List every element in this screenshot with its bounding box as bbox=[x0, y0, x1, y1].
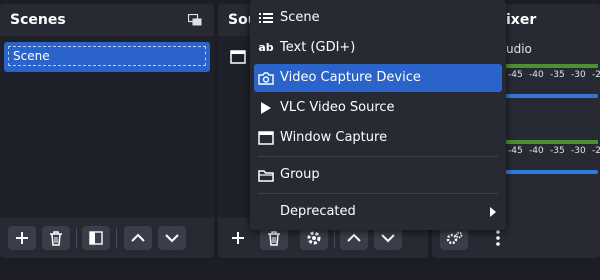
meter-scale: -45 -40 -35 -30 -2 bbox=[508, 146, 600, 156]
scene-list-item[interactable]: Scene bbox=[4, 42, 210, 72]
volume-slider[interactable] bbox=[502, 170, 598, 174]
menu-separator bbox=[258, 156, 498, 157]
menu-item-scene[interactable]: Scene bbox=[254, 4, 502, 32]
submenu-arrow-icon bbox=[490, 207, 496, 217]
remove-scene-button[interactable] bbox=[42, 226, 70, 250]
menu-separator bbox=[258, 193, 498, 194]
volume-meter bbox=[502, 140, 598, 144]
volume-meter bbox=[502, 64, 598, 68]
menu-item-group[interactable]: Group bbox=[254, 161, 502, 189]
gear-icon bbox=[307, 231, 321, 245]
tick-label: -40 bbox=[529, 146, 544, 156]
scene-item-label: Scene bbox=[8, 46, 206, 66]
move-scene-down-button[interactable] bbox=[158, 226, 186, 250]
toolbar-separator bbox=[76, 228, 77, 248]
add-scene-button[interactable] bbox=[8, 226, 36, 250]
tick-label: -2 bbox=[592, 146, 600, 156]
add-source-menu: Scene ab Text (GDI+) Video Capture Devic… bbox=[250, 0, 506, 230]
plus-icon bbox=[232, 232, 244, 244]
kebab-menu-icon bbox=[496, 230, 500, 246]
play-icon bbox=[258, 100, 274, 116]
scene-filters-button[interactable] bbox=[82, 226, 110, 250]
chevron-down-icon bbox=[165, 234, 179, 243]
scenes-title: Scenes bbox=[10, 12, 66, 28]
menu-item-video-capture-device[interactable]: Video Capture Device bbox=[254, 64, 502, 92]
tick-label: -35 bbox=[550, 70, 565, 80]
tick-label: -45 bbox=[508, 146, 523, 156]
tick-label: -40 bbox=[529, 70, 544, 80]
volume-slider[interactable] bbox=[502, 94, 598, 98]
add-source-button[interactable] bbox=[224, 226, 252, 250]
plus-icon bbox=[16, 232, 28, 244]
mixer-channel-name: udio bbox=[506, 42, 532, 56]
menu-item-vlc-video-source[interactable]: VLC Video Source bbox=[254, 94, 502, 122]
menu-item-window-capture[interactable]: Window Capture bbox=[254, 124, 502, 152]
chevron-up-icon bbox=[347, 233, 361, 242]
menu-item-label: Window Capture bbox=[280, 130, 388, 145]
scenes-toolbar bbox=[0, 218, 214, 258]
gears-icon bbox=[446, 231, 463, 245]
menu-item-label: Group bbox=[280, 167, 320, 182]
tick-label: -2 bbox=[592, 70, 600, 80]
text-ab-icon: ab bbox=[258, 41, 274, 54]
tick-label: -30 bbox=[571, 146, 586, 156]
chevron-down-icon bbox=[381, 234, 395, 243]
tick-label: -30 bbox=[571, 70, 586, 80]
chevron-up-icon bbox=[131, 233, 145, 242]
move-scene-up-button[interactable] bbox=[124, 226, 152, 250]
menu-item-text-gdi[interactable]: ab Text (GDI+) bbox=[254, 34, 502, 62]
menu-item-label: VLC Video Source bbox=[280, 100, 395, 115]
trash-icon bbox=[50, 230, 62, 246]
menu-item-label: Deprecated bbox=[280, 204, 356, 219]
window-icon bbox=[230, 50, 246, 64]
list-icon bbox=[258, 10, 274, 26]
menu-item-label: Video Capture Device bbox=[280, 70, 421, 85]
trash-icon bbox=[268, 230, 280, 246]
meter-scale: -45 -40 -35 -30 -2 bbox=[508, 70, 600, 80]
scenes-list: Scene bbox=[0, 36, 214, 218]
undock-icon[interactable] bbox=[188, 14, 202, 26]
menu-item-label: Scene bbox=[280, 10, 320, 25]
camera-icon bbox=[258, 70, 274, 86]
toolbar-separator bbox=[116, 228, 117, 248]
filter-icon bbox=[89, 231, 103, 245]
scenes-dock: Scenes Scene bbox=[0, 4, 214, 258]
menu-item-label: Text (GDI+) bbox=[280, 40, 356, 55]
window-icon bbox=[258, 130, 274, 146]
folder-icon bbox=[258, 167, 274, 183]
tick-label: -45 bbox=[508, 70, 523, 80]
tick-label: -35 bbox=[550, 146, 565, 156]
toolbar-separator bbox=[334, 228, 335, 248]
menu-item-deprecated[interactable]: Deprecated bbox=[254, 198, 502, 226]
